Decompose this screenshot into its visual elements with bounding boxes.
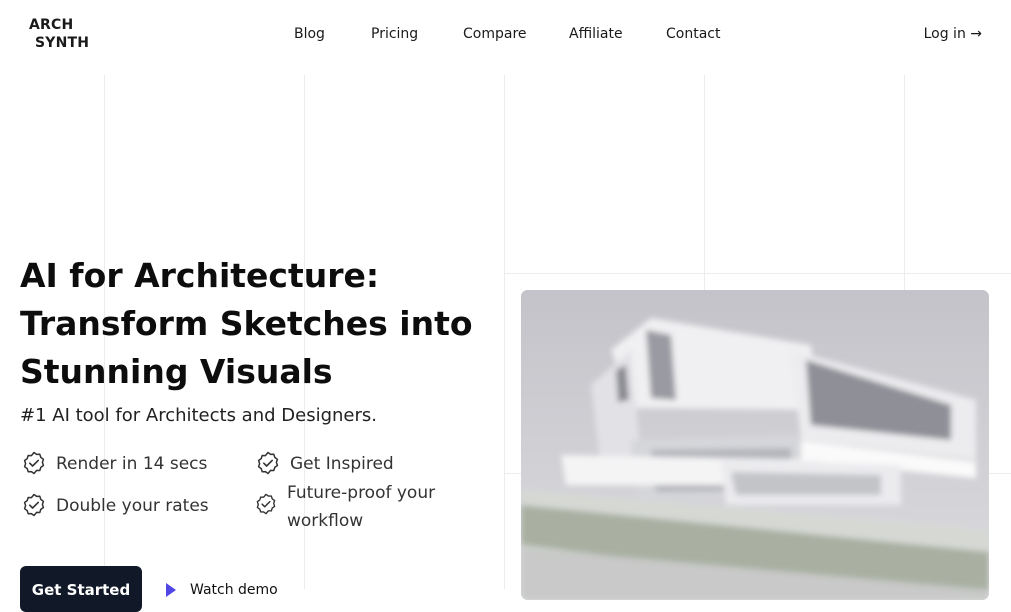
site-header: ARCH SYNTH Blog Pricing Compare Affiliat… xyxy=(0,0,1011,70)
building-render-illustration xyxy=(521,290,989,600)
feature-label: Render in 14 secs xyxy=(56,454,208,474)
watch-demo-link[interactable]: Watch demo xyxy=(166,582,278,598)
nav-compare[interactable]: Compare xyxy=(463,26,527,42)
nav-affiliate[interactable]: Affiliate xyxy=(569,26,623,42)
main-nav: Blog Pricing Compare Affiliate Contact xyxy=(0,26,1011,44)
grid-line xyxy=(504,75,505,589)
hero-subtitle: #1 AI tool for Architects and Designers. xyxy=(20,405,377,426)
check-circle-icon xyxy=(23,451,45,475)
feature-label: Future-proof your workflow xyxy=(287,483,436,531)
feature-item: Get Inspired xyxy=(256,451,394,478)
feature-item: Render in 14 secs xyxy=(22,451,207,478)
nav-blog[interactable]: Blog xyxy=(294,26,325,42)
play-icon xyxy=(166,583,176,597)
login-link[interactable]: Log in → xyxy=(924,26,982,42)
feature-item: Double your rates xyxy=(22,493,209,520)
nav-contact[interactable]: Contact xyxy=(666,26,720,42)
hero-title: AI for Architecture: Transform Sketches … xyxy=(20,256,473,391)
grid-line xyxy=(504,273,1011,274)
check-circle-icon xyxy=(23,493,45,517)
check-circle-icon xyxy=(256,493,276,515)
feature-label: Get Inspired xyxy=(290,454,394,474)
get-started-button[interactable]: Get Started xyxy=(20,566,142,612)
hero-render-image xyxy=(521,290,989,600)
feature-item: Future-proof your workflow xyxy=(255,483,447,535)
feature-label: Double your rates xyxy=(56,496,209,516)
watch-demo-label: Watch demo xyxy=(190,582,278,598)
check-circle-icon xyxy=(257,451,279,475)
nav-pricing[interactable]: Pricing xyxy=(371,26,418,42)
